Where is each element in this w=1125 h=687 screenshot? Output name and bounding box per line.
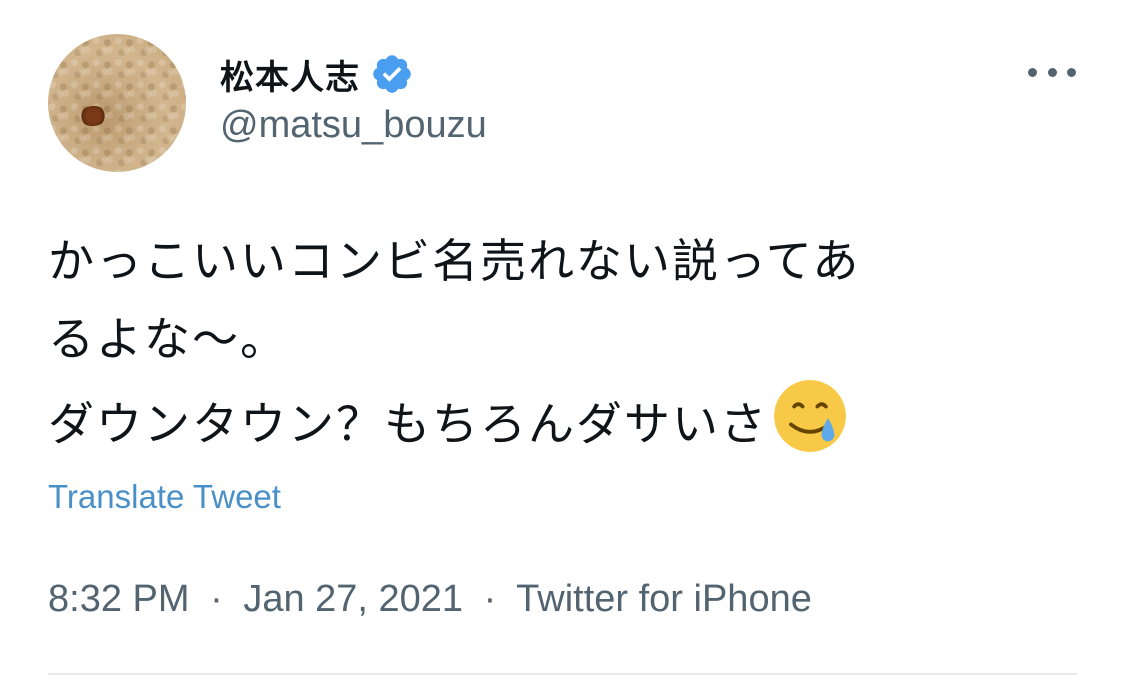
meta-separator: · bbox=[483, 578, 497, 620]
more-options-icon[interactable] bbox=[1028, 60, 1076, 84]
translate-tweet-link[interactable]: Translate Tweet bbox=[48, 478, 281, 516]
tweet-text-fragment: ダウンタウン？もちろんダサいさ bbox=[48, 397, 768, 451]
tweet-card: 松本人志 @matsu_bouzu かっこいいコンビ名売れない説ってあ るよな〜… bbox=[0, 0, 1125, 687]
tweet-text: かっこいいコンビ名売れない説ってあ るよな〜。 ダウンタウン？もちろんダサいさ bbox=[48, 222, 1088, 463]
tweet-time[interactable]: 8:32 PM bbox=[48, 578, 190, 620]
dot bbox=[1028, 67, 1037, 77]
tweet-text-line: かっこいいコンビ名売れない説ってあ bbox=[48, 234, 861, 288]
display-name[interactable]: 松本人志 bbox=[220, 50, 360, 99]
divider bbox=[48, 673, 1077, 675]
avatar[interactable] bbox=[48, 34, 186, 172]
dot bbox=[1047, 67, 1057, 77]
tweet-metadata: 8:32 PM · Jan 27, 2021 · Twitter for iPh… bbox=[48, 578, 812, 621]
smiling-face-with-tear-icon bbox=[774, 380, 846, 452]
avatar-image-detail bbox=[80, 106, 106, 126]
tweet-text-line-last: ダウンタウン？もちろんダサいさ bbox=[48, 378, 1088, 463]
dot bbox=[1067, 67, 1076, 77]
verified-badge-icon bbox=[373, 55, 411, 93]
tweet-text-line: るよな〜。 bbox=[48, 312, 288, 366]
tweet-date[interactable]: Jan 27, 2021 bbox=[243, 578, 463, 620]
user-handle[interactable]: @matsu_bouzu bbox=[220, 104, 487, 147]
meta-separator: · bbox=[210, 578, 223, 620]
tweet-source[interactable]: Twitter for iPhone bbox=[516, 578, 812, 620]
author-name-row: 松本人志 bbox=[220, 46, 414, 102]
